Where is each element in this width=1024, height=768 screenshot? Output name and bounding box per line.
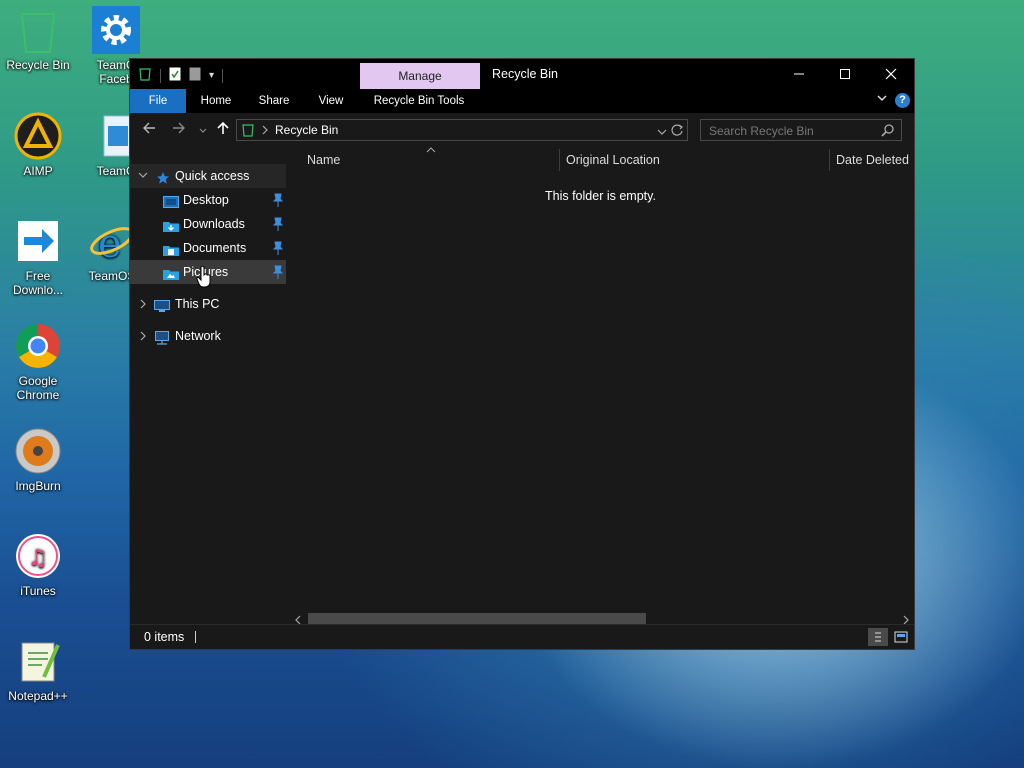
computer-icon xyxy=(154,297,170,321)
desktop-icon-itunes[interactable]: ♫ iTunes xyxy=(0,532,76,598)
tab-share[interactable]: Share xyxy=(252,89,296,113)
close-button[interactable] xyxy=(868,59,914,89)
chevron-right-icon[interactable] xyxy=(138,292,148,325)
column-header-date-deleted[interactable]: Date Deleted xyxy=(836,147,909,173)
recycle-bin-icon xyxy=(14,6,62,54)
window-title: Recycle Bin xyxy=(492,67,558,81)
desktop-icon-label: Free Downlo... xyxy=(12,269,64,297)
item-count: 0 items xyxy=(144,630,185,644)
chrome-icon xyxy=(14,322,62,370)
breadcrumb-current[interactable]: Recycle Bin xyxy=(275,123,338,137)
navigation-pane: Quick access Desktop Downloads Documents… xyxy=(130,147,288,627)
svg-text:♫: ♫ xyxy=(28,546,48,571)
address-dropdown-icon[interactable] xyxy=(657,126,667,140)
column-header-original-location[interactable]: Original Location xyxy=(566,147,660,173)
desktop-icon-label: Google Chrome xyxy=(16,374,60,402)
aimp-icon xyxy=(14,112,62,160)
help-icon[interactable]: ? xyxy=(895,93,910,108)
nav-item-quick-access[interactable]: Quick access xyxy=(130,164,286,188)
nav-item-network[interactable]: Network xyxy=(130,324,286,348)
large-icons-view-icon[interactable] xyxy=(892,628,910,646)
toolbar-divider xyxy=(160,68,161,83)
desktop-icon-label: Recycle Bin xyxy=(6,58,70,72)
desktop-icon-aimp[interactable]: AIMP xyxy=(0,112,76,178)
breadcrumb-chevron-icon[interactable] xyxy=(261,124,269,138)
nav-item-downloads[interactable]: Downloads xyxy=(130,212,286,236)
up-arrow-icon[interactable] xyxy=(216,121,230,139)
column-divider[interactable] xyxy=(559,149,560,171)
tab-view[interactable]: View xyxy=(310,89,352,113)
properties-icon[interactable] xyxy=(169,67,181,84)
tab-file[interactable]: File xyxy=(130,89,186,113)
gear-icon xyxy=(92,6,140,54)
column-divider[interactable] xyxy=(829,149,830,171)
back-arrow-icon[interactable] xyxy=(142,121,156,139)
nav-label: Network xyxy=(175,329,221,343)
nav-label: Downloads xyxy=(183,217,245,231)
nav-item-this-pc[interactable]: This PC xyxy=(130,292,286,316)
new-folder-icon[interactable] xyxy=(189,67,201,84)
desktop-icon-recycle-bin[interactable]: Recycle Bin xyxy=(0,6,76,72)
title-bar: ▾ Manage Recycle Bin xyxy=(130,59,914,90)
nav-item-documents[interactable]: Documents xyxy=(130,236,286,260)
file-explorer-window: ▾ Manage Recycle Bin File Home Share Vie… xyxy=(129,58,915,650)
recycle-bin-small-icon xyxy=(241,123,255,140)
recycle-bin-small-icon xyxy=(138,67,152,84)
desktop-icon-notepad-plus-plus[interactable]: Notepad++ xyxy=(0,637,76,703)
search-box[interactable]: Search Recycle Bin xyxy=(700,119,902,141)
search-placeholder: Search Recycle Bin xyxy=(709,124,814,138)
forward-arrow-icon[interactable] xyxy=(172,121,186,139)
refresh-icon[interactable] xyxy=(670,123,684,140)
nav-label: Desktop xyxy=(183,193,229,207)
quick-access-toolbar: ▾ xyxy=(138,67,224,84)
minimize-button[interactable] xyxy=(776,59,822,89)
disc-icon xyxy=(14,427,62,475)
ribbon-tab-bar: File Home Share View Recycle Bin Tools ? xyxy=(130,89,914,113)
manage-context-tab[interactable]: Manage xyxy=(360,63,480,90)
maximize-button[interactable] xyxy=(822,59,868,89)
notepad-plus-plus-icon xyxy=(14,637,62,685)
address-bar[interactable]: Recycle Bin xyxy=(236,119,688,141)
network-icon xyxy=(154,329,170,353)
window-controls xyxy=(776,59,914,89)
desktop-icon-label: iTunes xyxy=(20,584,56,598)
file-list-pane: Name Original Location Date Deleted This… xyxy=(290,147,914,627)
empty-folder-message: This folder is empty. xyxy=(545,189,656,203)
nav-item-desktop[interactable]: Desktop xyxy=(130,188,286,212)
nav-label: This PC xyxy=(175,297,220,311)
navigation-bar: Recycle Bin Search Recycle Bin xyxy=(130,113,914,147)
desktop-icon-free-download[interactable]: Free Downlo... xyxy=(0,217,76,297)
nav-label: Quick access xyxy=(175,169,250,183)
desktop-icon-imgburn[interactable]: ImgBurn xyxy=(0,427,76,493)
tab-recycle-bin-tools[interactable]: Recycle Bin Tools xyxy=(366,89,472,113)
chevron-down-icon[interactable] xyxy=(876,92,888,107)
nav-label: Documents xyxy=(183,241,247,255)
customize-toolbar-icon[interactable]: ▾ xyxy=(209,70,214,81)
tab-home[interactable]: Home xyxy=(192,89,240,113)
status-bar: 0 items xyxy=(130,624,914,649)
hand-cursor-icon xyxy=(196,265,212,291)
details-view-icon[interactable] xyxy=(868,628,888,646)
sort-ascending-icon xyxy=(426,143,436,157)
pictures-folder-icon xyxy=(163,265,179,289)
column-header-name[interactable]: Name xyxy=(307,147,340,173)
desktop-icon-label: AIMP xyxy=(23,164,53,178)
pin-icon xyxy=(272,264,284,288)
desktop-icon-google-chrome[interactable]: Google Chrome xyxy=(0,322,76,402)
search-icon[interactable] xyxy=(881,123,895,140)
desktop-icon-label: ImgBurn xyxy=(15,479,61,493)
itunes-icon: ♫ xyxy=(14,532,62,580)
recent-locations-chevron-icon[interactable] xyxy=(198,123,208,140)
toolbar-divider xyxy=(222,68,224,83)
status-divider xyxy=(195,631,196,643)
svg-text:e: e xyxy=(98,221,122,265)
chevron-right-icon[interactable] xyxy=(138,324,148,357)
download-arrow-icon xyxy=(14,217,62,265)
desktop-icon-label: Notepad++ xyxy=(8,689,68,703)
